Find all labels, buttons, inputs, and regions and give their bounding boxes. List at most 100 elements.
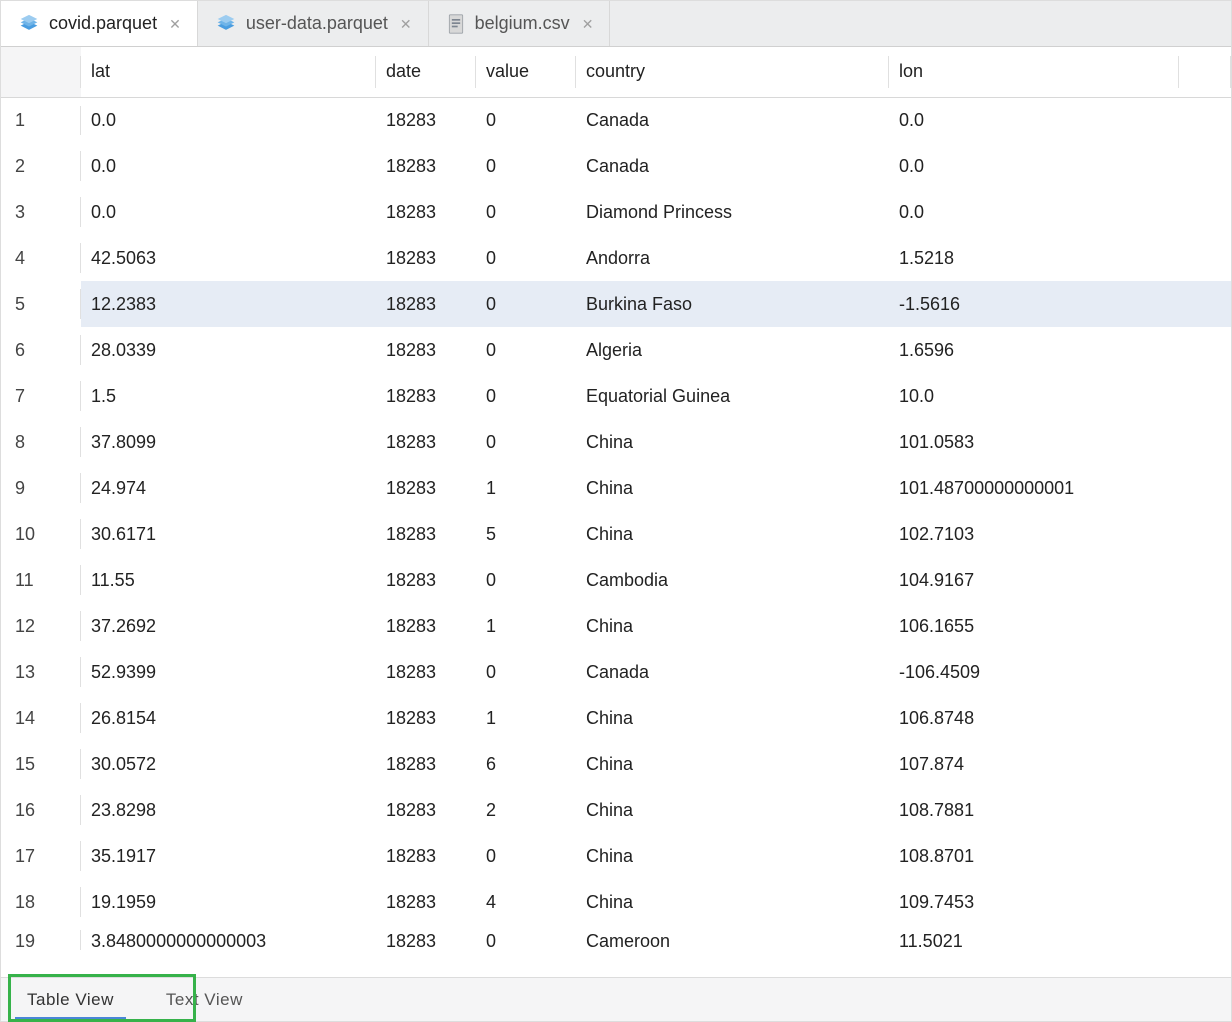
cell-lat[interactable]: 23.8298 — [81, 787, 376, 833]
cell-value[interactable]: 0 — [476, 97, 576, 143]
cell-lat[interactable]: 19.1959 — [81, 879, 376, 925]
cell-lon[interactable]: 101.0583 — [889, 419, 1179, 465]
cell-country[interactable]: Cambodia — [576, 557, 889, 603]
table-row[interactable]: 30.0182830Diamond Princess0.0 — [1, 189, 1231, 235]
tab-belgium-csv[interactable]: belgium.csv ✕ — [429, 1, 611, 46]
row-number-cell[interactable]: 4 — [1, 235, 81, 281]
column-header-lat[interactable]: lat — [81, 47, 376, 97]
row-number-cell[interactable]: 16 — [1, 787, 81, 833]
cell-value[interactable]: 0 — [476, 925, 576, 955]
column-header-value[interactable]: value — [476, 47, 576, 97]
cell-country[interactable]: China — [576, 465, 889, 511]
cell-value[interactable]: 0 — [476, 557, 576, 603]
table-row[interactable]: 924.974182831China101.48700000000001 — [1, 465, 1231, 511]
cell-date[interactable]: 18283 — [376, 511, 476, 557]
cell-value[interactable]: 2 — [476, 787, 576, 833]
cell-lon[interactable]: 10.0 — [889, 373, 1179, 419]
cell-country[interactable]: Cameroon — [576, 925, 889, 955]
row-number-cell[interactable]: 8 — [1, 419, 81, 465]
row-number-cell[interactable]: 5 — [1, 281, 81, 327]
row-number-cell[interactable]: 12 — [1, 603, 81, 649]
cell-date[interactable]: 18283 — [376, 741, 476, 787]
table-row[interactable]: 1426.8154182831China106.8748 — [1, 695, 1231, 741]
cell-date[interactable]: 18283 — [376, 419, 476, 465]
cell-value[interactable]: 0 — [476, 189, 576, 235]
cell-value[interactable]: 0 — [476, 143, 576, 189]
cell-value[interactable]: 0 — [476, 649, 576, 695]
row-number-cell[interactable]: 6 — [1, 327, 81, 373]
table-row[interactable]: 1819.1959182834China109.7453 — [1, 879, 1231, 925]
cell-date[interactable]: 18283 — [376, 97, 476, 143]
row-number-cell[interactable]: 2 — [1, 143, 81, 189]
cell-date[interactable]: 18283 — [376, 787, 476, 833]
table-row[interactable]: 1237.2692182831China106.1655 — [1, 603, 1231, 649]
cell-country[interactable]: Canada — [576, 97, 889, 143]
cell-date[interactable]: 18283 — [376, 695, 476, 741]
cell-lat[interactable]: 30.0572 — [81, 741, 376, 787]
cell-value[interactable]: 1 — [476, 603, 576, 649]
cell-lon[interactable]: 1.5218 — [889, 235, 1179, 281]
table-row[interactable]: 10.0182830Canada0.0 — [1, 97, 1231, 143]
cell-lat[interactable]: 12.2383 — [81, 281, 376, 327]
row-number-cell[interactable]: 10 — [1, 511, 81, 557]
cell-lon[interactable]: 101.48700000000001 — [889, 465, 1179, 511]
table-row[interactable]: 512.2383182830Burkina Faso-1.5616 — [1, 281, 1231, 327]
tab-user-data-parquet[interactable]: user-data.parquet ✕ — [198, 1, 429, 46]
cell-value[interactable]: 1 — [476, 695, 576, 741]
table-row[interactable]: 1030.6171182835China102.7103 — [1, 511, 1231, 557]
cell-lat[interactable]: 3.8480000000000003 — [81, 925, 376, 955]
cell-date[interactable]: 18283 — [376, 281, 476, 327]
table-row[interactable]: 1530.0572182836China107.874 — [1, 741, 1231, 787]
cell-lon[interactable]: 102.7103 — [889, 511, 1179, 557]
cell-country[interactable]: China — [576, 419, 889, 465]
cell-lat[interactable]: 37.8099 — [81, 419, 376, 465]
cell-lat[interactable]: 30.6171 — [81, 511, 376, 557]
cell-country[interactable]: China — [576, 787, 889, 833]
cell-value[interactable]: 1 — [476, 465, 576, 511]
cell-lon[interactable]: 0.0 — [889, 97, 1179, 143]
cell-date[interactable]: 18283 — [376, 603, 476, 649]
cell-country[interactable]: China — [576, 603, 889, 649]
row-number-cell[interactable]: 15 — [1, 741, 81, 787]
cell-lat[interactable]: 24.974 — [81, 465, 376, 511]
column-header-lon[interactable]: lon — [889, 47, 1179, 97]
row-number-cell[interactable]: 11 — [1, 557, 81, 603]
cell-lon[interactable]: 107.874 — [889, 741, 1179, 787]
cell-date[interactable]: 18283 — [376, 833, 476, 879]
cell-date[interactable]: 18283 — [376, 189, 476, 235]
cell-value[interactable]: 0 — [476, 327, 576, 373]
cell-date[interactable]: 18283 — [376, 465, 476, 511]
cell-lon[interactable]: 108.7881 — [889, 787, 1179, 833]
view-tab-table[interactable]: Table View — [1, 978, 140, 1021]
cell-country[interactable]: Algeria — [576, 327, 889, 373]
cell-lat[interactable]: 0.0 — [81, 189, 376, 235]
row-number-cell[interactable]: 18 — [1, 879, 81, 925]
table-row[interactable]: 71.5182830Equatorial Guinea10.0 — [1, 373, 1231, 419]
cell-lon[interactable]: 11.5021 — [889, 925, 1179, 955]
cell-lat[interactable]: 42.5063 — [81, 235, 376, 281]
cell-value[interactable]: 0 — [476, 373, 576, 419]
cell-lon[interactable]: 1.6596 — [889, 327, 1179, 373]
close-icon[interactable]: ✕ — [398, 15, 414, 33]
cell-date[interactable]: 18283 — [376, 235, 476, 281]
cell-value[interactable]: 0 — [476, 419, 576, 465]
cell-country[interactable]: China — [576, 741, 889, 787]
cell-value[interactable]: 6 — [476, 741, 576, 787]
table-row[interactable]: 628.0339182830Algeria1.6596 — [1, 327, 1231, 373]
row-number-cell[interactable]: 13 — [1, 649, 81, 695]
cell-country[interactable]: Canada — [576, 143, 889, 189]
table-row[interactable]: 442.5063182830Andorra1.5218 — [1, 235, 1231, 281]
view-tab-text[interactable]: Text View — [140, 978, 269, 1021]
table-row[interactable]: 1735.1917182830China108.8701 — [1, 833, 1231, 879]
row-number-cell[interactable]: 9 — [1, 465, 81, 511]
close-icon[interactable]: ✕ — [580, 15, 596, 33]
cell-country[interactable]: China — [576, 695, 889, 741]
table-row[interactable]: 1111.55182830Cambodia104.9167 — [1, 557, 1231, 603]
cell-lon[interactable]: -106.4509 — [889, 649, 1179, 695]
row-number-cell[interactable]: 19 — [1, 925, 81, 955]
cell-lat[interactable]: 0.0 — [81, 97, 376, 143]
column-header-date[interactable]: date — [376, 47, 476, 97]
table-row[interactable]: 193.8480000000000003182830Cameroon11.502… — [1, 925, 1231, 955]
cell-date[interactable]: 18283 — [376, 649, 476, 695]
cell-country[interactable]: China — [576, 511, 889, 557]
